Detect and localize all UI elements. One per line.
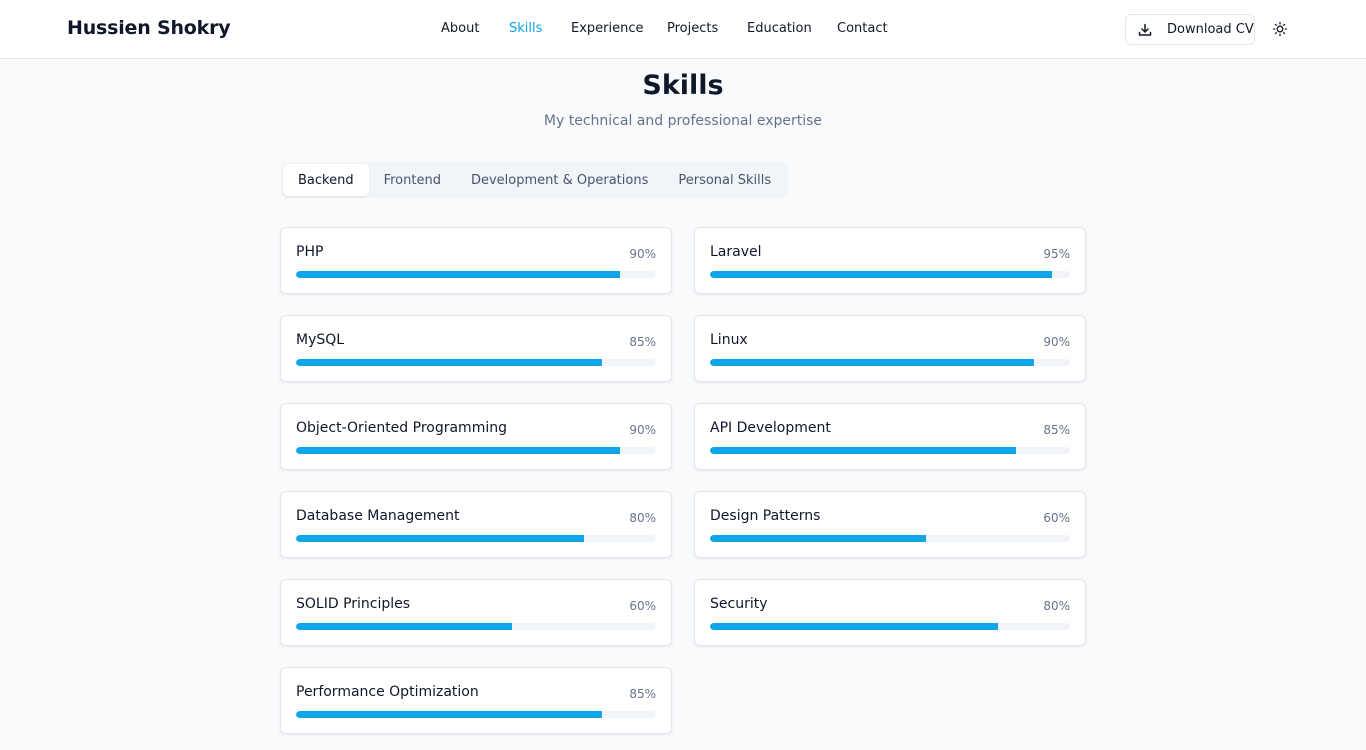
skill-progress-fill (710, 535, 926, 542)
skill-percent: 85% (629, 335, 656, 349)
skill-name: MySQL (296, 332, 345, 348)
skill-card: Database Management 80% (280, 491, 672, 558)
top-navbar: Hussien Shokry About Skills Experience P… (0, 0, 1366, 59)
skill-progress-fill (710, 623, 998, 630)
skill-percent: 80% (629, 511, 656, 525)
download-cv-button[interactable]: Download CV (1125, 14, 1255, 45)
tab-backend[interactable]: Backend (283, 164, 369, 196)
skill-card: PHP 90% (280, 227, 672, 294)
skill-card: Design Patterns 60% (694, 491, 1086, 558)
skill-name: Linux (710, 332, 748, 348)
skills-grid: PHP 90% Laravel 95% MySQL 85% Linux 90% … (280, 227, 1086, 734)
skill-card: Linux 90% (694, 315, 1086, 382)
skill-name: Object-Oriented Programming (296, 420, 507, 436)
nav-link-contact[interactable]: Contact (837, 21, 888, 36)
nav-link-experience[interactable]: Experience (571, 21, 644, 36)
skill-card: SOLID Principles 60% (280, 579, 672, 646)
download-icon (1137, 22, 1153, 38)
skill-percent: 85% (629, 687, 656, 701)
section-subtitle: My technical and professional expertise (543, 113, 823, 129)
skill-name: SOLID Principles (296, 596, 411, 612)
skill-name: Laravel (710, 244, 762, 260)
skill-category-tabs: Backend Frontend Development & Operation… (281, 162, 789, 198)
skill-name: Database Management (296, 508, 460, 524)
skill-progress-track (710, 271, 1070, 278)
skill-progress-track (296, 711, 656, 718)
skill-progress-track (710, 535, 1070, 542)
skill-card: API Development 85% (694, 403, 1086, 470)
skill-progress-track (296, 447, 656, 454)
skill-progress-fill (296, 447, 620, 454)
nav-link-about[interactable]: About (441, 21, 479, 36)
nav-link-projects[interactable]: Projects (667, 21, 718, 36)
theme-toggle-button[interactable] (1270, 19, 1290, 39)
tab-development-operations[interactable]: Development & Operations (456, 164, 663, 196)
skill-progress-fill (710, 447, 1016, 454)
skill-percent: 95% (1043, 247, 1070, 261)
tab-frontend[interactable]: Frontend (369, 164, 456, 196)
sun-icon (1270, 21, 1290, 43)
skill-progress-track (296, 623, 656, 630)
skill-progress-fill (296, 711, 602, 718)
skill-progress-track (710, 447, 1070, 454)
skill-progress-track (296, 271, 656, 278)
skill-progress-fill (296, 359, 602, 366)
skill-progress-fill (296, 535, 584, 542)
nav-link-education[interactable]: Education (747, 21, 812, 36)
skill-percent: 60% (629, 599, 656, 613)
skill-progress-fill (296, 623, 512, 630)
skill-progress-track (296, 535, 656, 542)
skill-percent: 90% (1043, 335, 1070, 349)
section-title: Skills (642, 70, 724, 101)
skill-percent: 60% (1043, 511, 1070, 525)
skill-percent: 85% (1043, 423, 1070, 437)
nav-link-skills[interactable]: Skills (509, 21, 542, 36)
skill-name: Performance Optimization (296, 684, 479, 700)
download-cv-label: Download CV (1167, 22, 1254, 37)
skill-name: API Development (710, 420, 831, 436)
skill-progress-fill (710, 271, 1052, 278)
skill-card: Security 80% (694, 579, 1086, 646)
skill-progress-track (710, 623, 1070, 630)
skill-percent: 80% (1043, 599, 1070, 613)
skill-name: Security (710, 596, 768, 612)
skill-name: Design Patterns (710, 508, 821, 524)
skill-progress-track (296, 359, 656, 366)
skill-progress-track (710, 359, 1070, 366)
skill-progress-fill (296, 271, 620, 278)
tab-personal-skills[interactable]: Personal Skills (663, 164, 786, 196)
skill-percent: 90% (629, 247, 656, 261)
skill-name: PHP (296, 244, 324, 260)
skill-card: Laravel 95% (694, 227, 1086, 294)
skill-card: MySQL 85% (280, 315, 672, 382)
skill-percent: 90% (629, 423, 656, 437)
skill-card: Object-Oriented Programming 90% (280, 403, 672, 470)
skill-card: Performance Optimization 85% (280, 667, 672, 734)
skill-progress-fill (710, 359, 1034, 366)
